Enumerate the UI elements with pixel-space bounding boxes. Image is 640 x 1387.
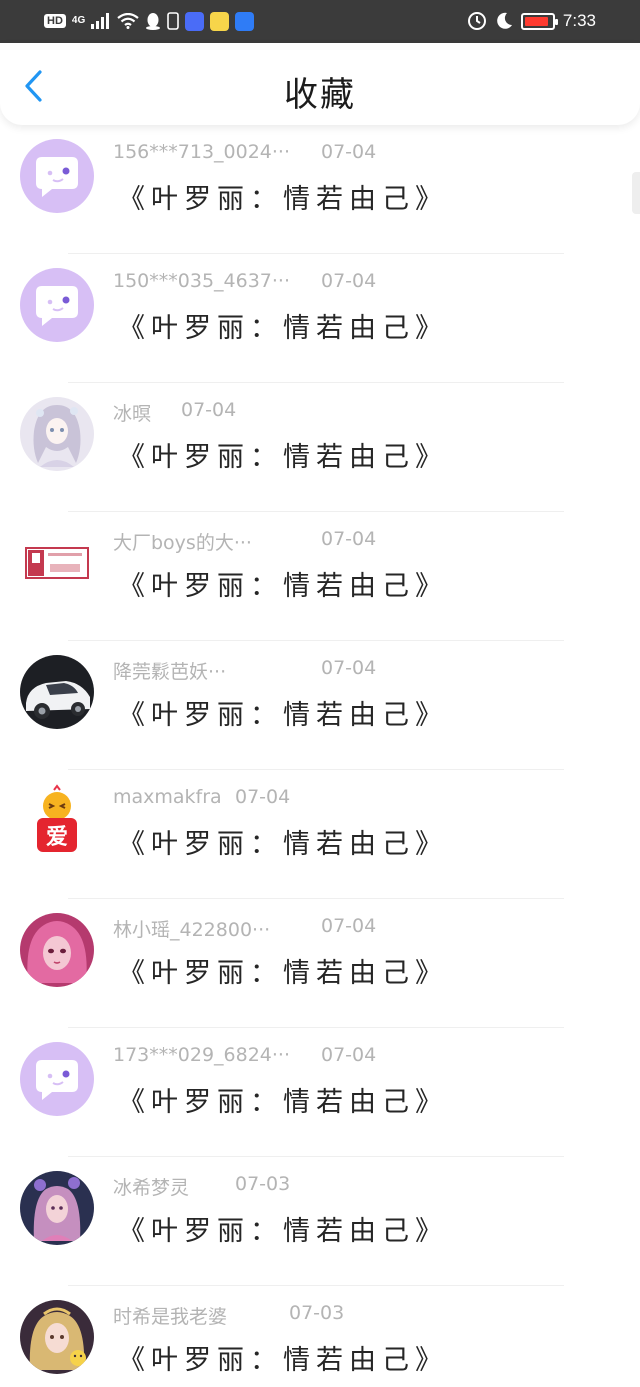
item-date: 07-04 xyxy=(321,915,377,937)
user-name[interactable]: 156***713_0024··· xyxy=(113,141,290,163)
user-name[interactable]: 冰暝 xyxy=(113,399,151,426)
work-title[interactable]: 《叶罗丽：情若由己》 xyxy=(118,1080,448,1119)
item-date: 07-03 xyxy=(235,1173,291,1195)
hd-badge: HD xyxy=(44,14,66,28)
item-date: 07-04 xyxy=(321,141,377,163)
user-name[interactable]: maxmakfra xyxy=(113,786,222,808)
list-item[interactable]: 林小瑶_422800··· 07-04 《叶罗丽：情若由己》 xyxy=(0,899,640,1028)
music-app-icon xyxy=(185,11,205,31)
work-title[interactable]: 《叶罗丽：情若由己》 xyxy=(118,177,448,216)
user-name[interactable]: 大厂boys的大··· xyxy=(113,528,252,555)
do-not-disturb-moon-icon xyxy=(497,12,512,29)
work-title[interactable]: 《叶罗丽：情若由己》 xyxy=(118,1209,448,1248)
item-date: 07-04 xyxy=(321,528,377,550)
list-item[interactable]: 156***713_0024··· 07-04 《叶罗丽：情若由己》 xyxy=(0,125,640,254)
item-date: 07-03 xyxy=(289,1302,345,1324)
dark-doll-avatar-icon xyxy=(20,1171,94,1245)
work-title[interactable]: 《叶罗丽：情若由己》 xyxy=(118,435,448,474)
item-date: 07-04 xyxy=(235,786,291,808)
user-name[interactable]: 173***029_6824··· xyxy=(113,1044,290,1066)
user-avatar[interactable] xyxy=(20,655,94,729)
car-avatar-icon xyxy=(20,655,94,729)
user-name[interactable]: 150***035_4637··· xyxy=(113,270,290,292)
navigation-app-icon xyxy=(235,11,255,31)
gold-doll-avatar-icon xyxy=(20,1300,94,1374)
brand-logo-avatar-icon xyxy=(20,526,94,600)
status-left: HD 4G xyxy=(44,9,255,33)
user-avatar[interactable] xyxy=(20,268,94,342)
user-name[interactable]: 林小瑶_422800··· xyxy=(113,915,270,942)
pink-doll-avatar-icon xyxy=(20,913,94,987)
item-date: 07-04 xyxy=(321,270,377,292)
work-title[interactable]: 《叶罗丽：情若由己》 xyxy=(118,822,448,861)
sticker-app-icon xyxy=(210,11,230,31)
work-title[interactable]: 《叶罗丽：情若由己》 xyxy=(118,564,448,603)
chat-bubble-avatar-icon xyxy=(20,1042,94,1116)
user-avatar[interactable] xyxy=(20,397,94,471)
user-avatar[interactable] xyxy=(20,913,94,987)
list-item[interactable]: 爱 maxmakfra 07-04 《叶罗丽：情若由己》 xyxy=(0,770,640,899)
love-sticker-avatar-icon: 爱 xyxy=(20,784,94,858)
item-date: 07-04 xyxy=(181,399,237,421)
work-title[interactable]: 《叶罗丽：情若由己》 xyxy=(118,693,448,732)
user-avatar[interactable] xyxy=(20,139,94,213)
status-right: 7:33 xyxy=(467,9,596,33)
battery-level xyxy=(524,16,548,26)
status-bar: HD 4G 7:33 xyxy=(0,0,640,43)
chat-bubble-avatar-icon xyxy=(20,268,94,342)
wifi-icon xyxy=(117,13,139,29)
work-title[interactable]: 《叶罗丽：情若由己》 xyxy=(118,1338,448,1377)
chat-bubble-avatar-icon xyxy=(20,139,94,213)
title-bar: 收藏 xyxy=(0,43,640,125)
list-item[interactable]: 降莞鬏芭妖··· 07-04 《叶罗丽：情若由己》 xyxy=(0,641,640,770)
page-title: 收藏 xyxy=(284,75,356,115)
user-avatar[interactable] xyxy=(20,1171,94,1245)
signal-icon xyxy=(91,13,110,29)
work-title[interactable]: 《叶罗丽：情若由己》 xyxy=(118,306,448,345)
alarm-icon xyxy=(467,12,486,30)
list-item[interactable]: 150***035_4637··· 07-04 《叶罗丽：情若由己》 xyxy=(0,254,640,383)
list-item[interactable]: 冰希梦灵 07-03 《叶罗丽：情若由己》 xyxy=(0,1157,640,1286)
svg-text:爱: 爱 xyxy=(46,825,68,850)
user-avatar[interactable]: 爱 xyxy=(20,784,94,858)
user-avatar[interactable] xyxy=(20,526,94,600)
user-avatar[interactable] xyxy=(20,1042,94,1116)
item-date: 07-04 xyxy=(321,657,377,679)
list-item[interactable]: 时希是我老婆 07-03 《叶罗丽：情若由己》 xyxy=(0,1286,640,1387)
user-name[interactable]: 降莞鬏芭妖··· xyxy=(113,657,226,684)
qq-icon xyxy=(146,13,161,30)
user-name[interactable]: 时希是我老婆 xyxy=(113,1302,227,1329)
list-item[interactable]: 大厂boys的大··· 07-04 《叶罗丽：情若由己》 xyxy=(0,512,640,641)
user-name[interactable]: 冰希梦灵 xyxy=(113,1173,189,1200)
phone-icon xyxy=(167,12,180,30)
network-type: 4G xyxy=(71,15,86,26)
list-item[interactable]: 冰暝 07-04 《叶罗丽：情若由己》 xyxy=(0,383,640,512)
clock: 7:33 xyxy=(562,11,596,30)
list-item[interactable]: 173***029_6824··· 07-04 《叶罗丽：情若由己》 xyxy=(0,1028,640,1157)
user-avatar[interactable] xyxy=(20,1300,94,1374)
anime-girl-avatar-icon xyxy=(20,397,94,471)
battery-icon xyxy=(520,12,558,30)
item-date: 07-04 xyxy=(321,1044,377,1066)
work-title[interactable]: 《叶罗丽：情若由己》 xyxy=(118,951,448,990)
